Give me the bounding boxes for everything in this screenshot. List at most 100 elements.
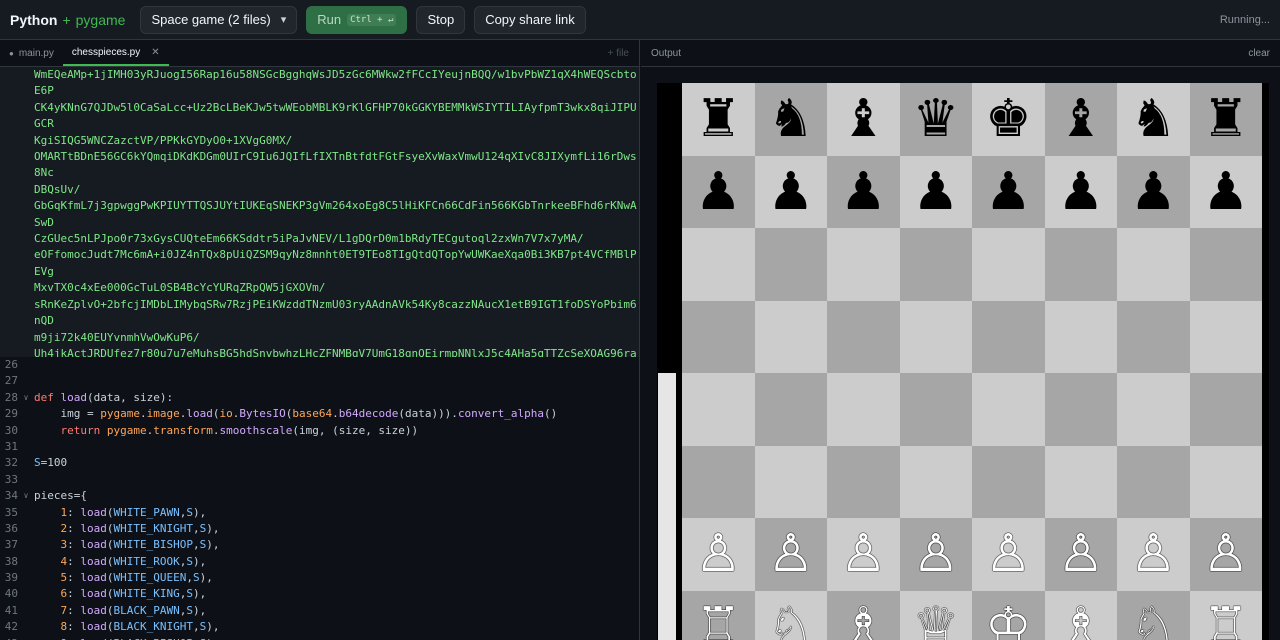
board-square[interactable]	[1044, 300, 1117, 373]
board-square[interactable]: ♗	[1044, 590, 1117, 640]
code-area[interactable]: WmEQeAMp+1jIMH03yRJuogI56Rap16u58NSGcBgg…	[0, 67, 639, 640]
chess-piece[interactable]: ♞	[1130, 93, 1177, 145]
board-square[interactable]: ♘	[754, 590, 827, 640]
chess-piece[interactable]: ♘	[767, 601, 814, 640]
board-square[interactable]	[827, 373, 900, 446]
board-square[interactable]: ♞	[1117, 83, 1190, 156]
board-square[interactable]: ♔	[972, 590, 1045, 640]
pygame-canvas[interactable]: ♜ ♞ ♝ ♛ ♚ ♝ ♞ ♜ ♟ ♟ ♟ ♟ ♟ ♟ ♟ ♟ ♙ ♙ ♙ ♙ ♙ ♙ ♙ ♙ ♖ ♘ ♗ ♕ ♔ ♗ ♘ ♖	[657, 83, 1269, 640]
chess-piece[interactable]: ♟	[985, 166, 1032, 218]
chess-piece[interactable]: ♜	[695, 93, 742, 145]
chess-piece[interactable]: ♗	[840, 601, 887, 640]
chess-piece[interactable]: ♖	[1202, 601, 1249, 640]
board-square[interactable]	[899, 373, 972, 446]
board-square[interactable]: ♘	[1117, 590, 1190, 640]
board-square[interactable]: ♟	[682, 155, 755, 228]
board-square[interactable]: ♟	[1189, 155, 1262, 228]
board-square[interactable]	[682, 228, 755, 301]
board-square[interactable]: ♙	[972, 518, 1045, 591]
board-square[interactable]	[827, 300, 900, 373]
board-square[interactable]	[972, 373, 1045, 446]
chess-piece[interactable]: ♖	[695, 601, 742, 640]
board-square[interactable]	[899, 445, 972, 518]
fold-chevron-icon[interactable]: ∨	[18, 488, 34, 504]
fold-chevron-icon[interactable]: ∨	[18, 390, 34, 406]
chess-piece[interactable]: ♘	[1130, 601, 1177, 640]
board-square[interactable]: ♞	[754, 83, 827, 156]
board-square[interactable]	[899, 228, 972, 301]
tab-chesspieces-py[interactable]: chesspieces.py ✕	[62, 40, 169, 66]
chess-piece[interactable]: ♙	[985, 528, 1032, 580]
chess-piece[interactable]: ♝	[840, 93, 887, 145]
board-square[interactable]: ♛	[899, 83, 972, 156]
board-square[interactable]	[754, 445, 827, 518]
chess-piece[interactable]: ♟	[1130, 166, 1177, 218]
board-square[interactable]: ♟	[754, 155, 827, 228]
board-square[interactable]	[1189, 300, 1262, 373]
chess-piece[interactable]: ♙	[695, 528, 742, 580]
board-square[interactable]	[972, 300, 1045, 373]
board-square[interactable]	[754, 228, 827, 301]
chess-piece[interactable]: ♟	[912, 166, 959, 218]
stop-button[interactable]: Stop	[416, 5, 466, 34]
run-button[interactable]: Run Ctrl + ↵	[306, 5, 408, 34]
chess-board[interactable]: ♜ ♞ ♝ ♛ ♚ ♝ ♞ ♜ ♟ ♟ ♟ ♟ ♟ ♟ ♟ ♟ ♙ ♙ ♙ ♙ ♙ ♙ ♙ ♙ ♖ ♘ ♗ ♕ ♔ ♗ ♘ ♖	[682, 83, 1262, 640]
chess-piece[interactable]: ♟	[840, 166, 887, 218]
board-square[interactable]	[899, 300, 972, 373]
board-square[interactable]: ♖	[682, 590, 755, 640]
chess-piece[interactable]: ♟	[695, 166, 742, 218]
board-square[interactable]: ♙	[1117, 518, 1190, 591]
board-square[interactable]	[827, 445, 900, 518]
close-icon[interactable]: ✕	[151, 47, 159, 58]
chess-piece[interactable]: ♟	[767, 166, 814, 218]
board-square[interactable]	[1044, 373, 1117, 446]
board-square[interactable]: ♟	[1044, 155, 1117, 228]
tab-main-py[interactable]: ● main.py	[0, 40, 63, 66]
board-square[interactable]	[1189, 228, 1262, 301]
board-square[interactable]	[972, 445, 1045, 518]
board-square[interactable]: ♜	[682, 83, 755, 156]
scrollbar[interactable]	[658, 373, 676, 640]
board-square[interactable]	[754, 300, 827, 373]
board-square[interactable]: ♚	[972, 83, 1045, 156]
board-square[interactable]: ♙	[754, 518, 827, 591]
chess-piece[interactable]: ♛	[912, 93, 959, 145]
board-square[interactable]	[972, 228, 1045, 301]
board-square[interactable]	[1189, 373, 1262, 446]
copy-share-link-button[interactable]: Copy share link	[474, 5, 586, 34]
board-square[interactable]	[1117, 228, 1190, 301]
board-square[interactable]	[1117, 300, 1190, 373]
chess-piece[interactable]: ♕	[912, 601, 959, 640]
board-square[interactable]: ♟	[972, 155, 1045, 228]
board-square[interactable]	[1117, 445, 1190, 518]
chess-piece[interactable]: ♟	[1057, 166, 1104, 218]
board-square[interactable]	[682, 445, 755, 518]
board-square[interactable]	[827, 228, 900, 301]
board-square[interactable]: ♟	[1117, 155, 1190, 228]
chess-piece[interactable]: ♜	[1202, 93, 1249, 145]
board-square[interactable]	[682, 373, 755, 446]
chess-piece[interactable]: ♝	[1057, 93, 1104, 145]
board-square[interactable]	[1117, 373, 1190, 446]
chess-piece[interactable]: ♗	[1057, 601, 1104, 640]
board-square[interactable]: ♟	[827, 155, 900, 228]
chess-piece[interactable]: ♙	[1057, 528, 1104, 580]
chess-piece[interactable]: ♟	[1202, 166, 1249, 218]
chess-piece[interactable]: ♙	[1130, 528, 1177, 580]
chess-piece[interactable]: ♔	[985, 601, 1032, 640]
board-square[interactable]: ♖	[1189, 590, 1262, 640]
board-square[interactable]: ♙	[682, 518, 755, 591]
clear-button[interactable]: clear	[1248, 48, 1270, 59]
board-square[interactable]: ♗	[827, 590, 900, 640]
board-square[interactable]	[1044, 445, 1117, 518]
board-square[interactable]: ♙	[827, 518, 900, 591]
board-square[interactable]: ♙	[1044, 518, 1117, 591]
chess-piece[interactable]: ♚	[985, 93, 1032, 145]
board-square[interactable]: ♕	[899, 590, 972, 640]
chess-piece[interactable]: ♙	[840, 528, 887, 580]
board-square[interactable]	[1044, 228, 1117, 301]
board-square[interactable]	[1189, 445, 1262, 518]
board-square[interactable]	[754, 373, 827, 446]
board-square[interactable]: ♝	[1044, 83, 1117, 156]
add-file-button[interactable]: + file	[608, 48, 639, 59]
